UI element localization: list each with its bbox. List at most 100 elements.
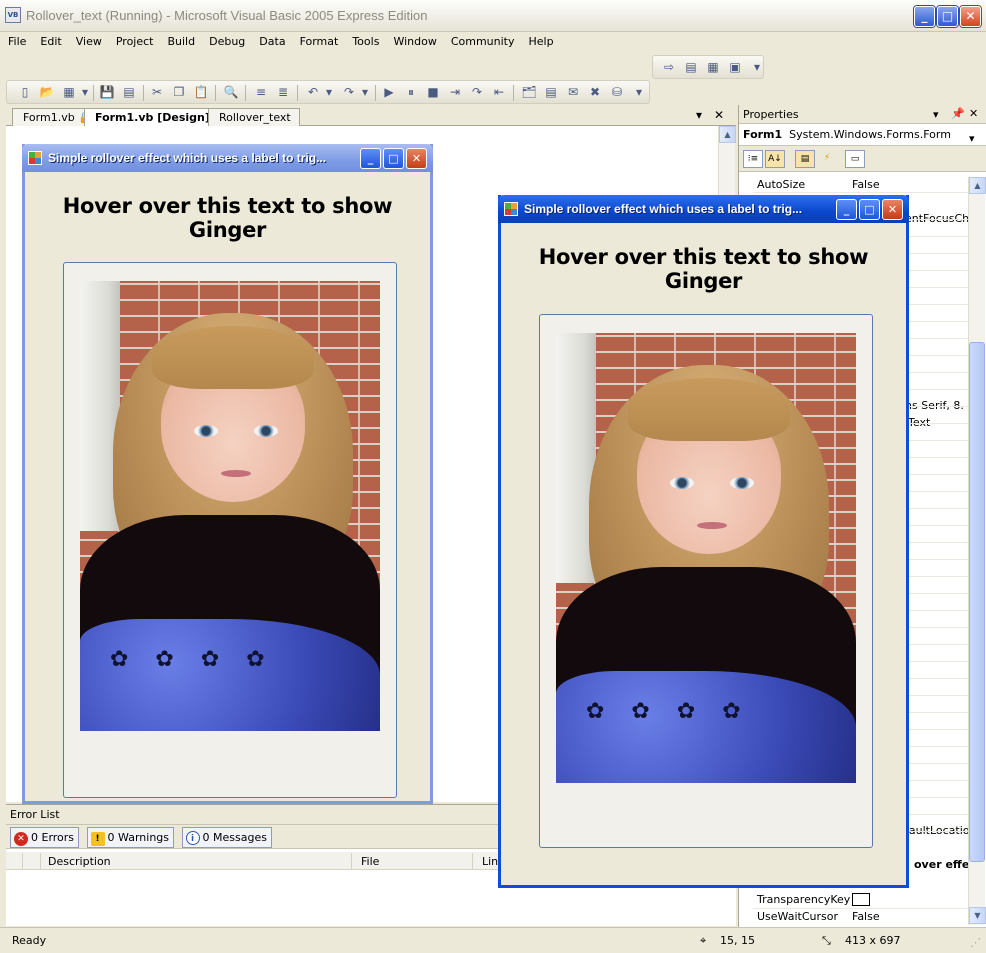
errors-filter-button[interactable]: ✕ 0 Errors [10,827,80,848]
menu-debug[interactable]: Debug [201,32,251,48]
undo-dropdown-icon[interactable]: ▾ [321,85,337,100]
menu-data[interactable]: Data [251,32,291,48]
forms-icon[interactable]: ▣ [727,60,743,75]
start-debugging-icon[interactable]: ▶ [381,85,397,100]
events-icon[interactable]: ⚡ [817,150,837,168]
close-button[interactable]: ✕ [960,6,981,27]
transparency-color-swatch[interactable] [852,893,870,906]
form-close-button[interactable]: ✕ [882,199,903,220]
messages-filter-button[interactable]: i0 Messages [181,827,272,848]
picture-frame[interactable] [63,262,397,798]
tab-list-chevron-icon[interactable]: ▾ [696,108,702,122]
solution-explorer-icon[interactable]: 🗂 [521,85,537,100]
undo-icon[interactable]: ↶ [305,85,321,100]
properties-view-icon[interactable]: ▤ [795,150,815,168]
toolbar-overflow-icon[interactable]: ▾ [631,85,647,100]
column-file[interactable]: File [361,855,379,868]
tools-icon[interactable]: ✖ [587,85,603,100]
save-all-icon[interactable]: ▤ [121,85,137,100]
stop-icon[interactable]: ■ [425,85,441,100]
chevron-down-icon: ▾ [969,132,975,145]
properties-header: Properties ▾ 📌 ✕ [739,105,986,124]
column-description[interactable]: Description [48,855,111,868]
menu-community[interactable]: Community [443,32,521,48]
properties-toolbar: ⁝≡ A↓ ▤ ⚡ ▭ [739,146,986,172]
redo-dropdown-icon[interactable]: ▾ [357,85,373,100]
form-maximize-button[interactable]: □ [859,199,880,220]
tab-rollover-text[interactable]: Rollover_text [208,108,300,126]
object-selector[interactable]: Form1 System.Windows.Forms.Form ▾ [739,124,986,146]
uncomment-icon[interactable]: ≣ [275,85,291,100]
panel-dropdown-icon[interactable]: ▾ [933,108,939,121]
paste-icon[interactable]: 📋 [193,85,209,100]
find-icon[interactable]: 🔍 [223,85,239,100]
status-bar: Ready ⌖ 15, 15 ⤡ 413 x 697 ⋰ [0,927,986,953]
arrow-right-icon[interactable]: ⇨ [661,60,677,75]
prop-value-startposition[interactable]: faultLocatio [905,824,970,840]
running-form-window[interactable]: Simple rollover effect which uses a labe… [498,195,909,888]
control-size: 413 x 697 [845,934,901,947]
resize-grip-icon[interactable]: ⋰ [970,936,981,949]
menu-help[interactable]: Help [520,32,559,48]
picture-frame[interactable] [539,314,873,848]
error-icon: ✕ [14,832,28,846]
step-into-icon[interactable]: ⇥ [447,85,463,100]
rollover-label[interactable]: Hover over this text to show Ginger [25,194,430,242]
save-icon[interactable]: 💾 [99,85,115,100]
overflow-chevron-icon[interactable]: ▾ [749,60,765,75]
rollover-label[interactable]: Hover over this text to show Ginger [501,245,906,293]
maximize-button[interactable]: □ [937,6,958,27]
prop-value-usewaitcursor[interactable]: False [852,910,880,926]
scroll-down-icon[interactable]: ▼ [969,907,986,924]
prop-description-title: over effe [914,858,970,871]
prop-value-autosize[interactable]: False [852,178,880,194]
menu-tools[interactable]: Tools [344,32,385,48]
prop-name-autosize[interactable]: AutoSize [757,178,805,194]
prop-value-autofocus[interactable]: entFocusCha [905,212,976,228]
pin-icon[interactable]: 📌 [951,107,965,120]
properties-scrollbar[interactable]: ▲ ▼ [968,177,986,925]
menu-project[interactable]: Project [108,32,160,48]
menu-format[interactable]: Format [292,32,345,48]
close-document-icon[interactable]: ✕ [714,108,724,122]
cut-icon[interactable]: ✂ [149,85,165,100]
form-minimize-button[interactable]: _ [836,199,857,220]
menu-file[interactable]: File [0,32,32,48]
warnings-filter-button[interactable]: ! 0 Warnings [86,827,174,848]
add-item-icon[interactable]: ▦ [61,85,77,100]
running-form-caption[interactable]: Simple rollover effect which uses a labe… [498,195,909,223]
step-out-icon[interactable]: ⇤ [491,85,507,100]
categorized-icon[interactable]: ⁝≡ [743,150,763,168]
toolbox-icon[interactable]: ✉ [565,85,581,100]
minimize-button[interactable]: _ [914,6,935,27]
database-icon[interactable]: ⛁ [609,85,625,100]
prop-value-font[interactable]: ns Serif, 8. [905,399,964,415]
design-form-window[interactable]: Simple rollover effect which uses a labe… [22,144,433,804]
alphabetical-icon[interactable]: A↓ [765,150,785,168]
form-icon[interactable]: ▦ [705,60,721,75]
step-over-icon[interactable]: ↷ [469,85,485,100]
scroll-thumb[interactable] [969,342,985,862]
property-pages-icon[interactable]: ▭ [845,150,865,168]
close-panel-icon[interactable]: ✕ [969,107,978,120]
dropdown-chevron-icon[interactable]: ▾ [77,85,93,100]
prop-name-transparencykey[interactable]: TransparencyKey [757,893,850,909]
pause-icon[interactable]: ⏸ [403,85,419,100]
open-folder-icon[interactable]: 📂 [39,85,55,100]
menu-view[interactable]: View [68,32,108,48]
vb-app-icon: VB [5,7,21,23]
menu-build[interactable]: Build [159,32,201,48]
menu-edit[interactable]: Edit [32,32,67,48]
window-title: Rollover_text (Running) - Microsoft Visu… [26,8,428,23]
comment-icon[interactable]: ≡ [253,85,269,100]
form-icon [28,151,42,165]
menu-window[interactable]: Window [385,32,442,48]
properties-icon[interactable]: ▤ [543,85,559,100]
copy-icon[interactable]: ❐ [171,85,187,100]
scroll-up-icon[interactable]: ▲ [969,177,986,194]
window-icon[interactable]: ▤ [683,60,699,75]
redo-icon[interactable]: ↷ [341,85,357,100]
new-project-icon[interactable]: ▯ [17,85,33,100]
scroll-up-icon[interactable]: ▲ [719,126,736,143]
prop-name-usewaitcursor[interactable]: UseWaitCursor [757,910,838,926]
